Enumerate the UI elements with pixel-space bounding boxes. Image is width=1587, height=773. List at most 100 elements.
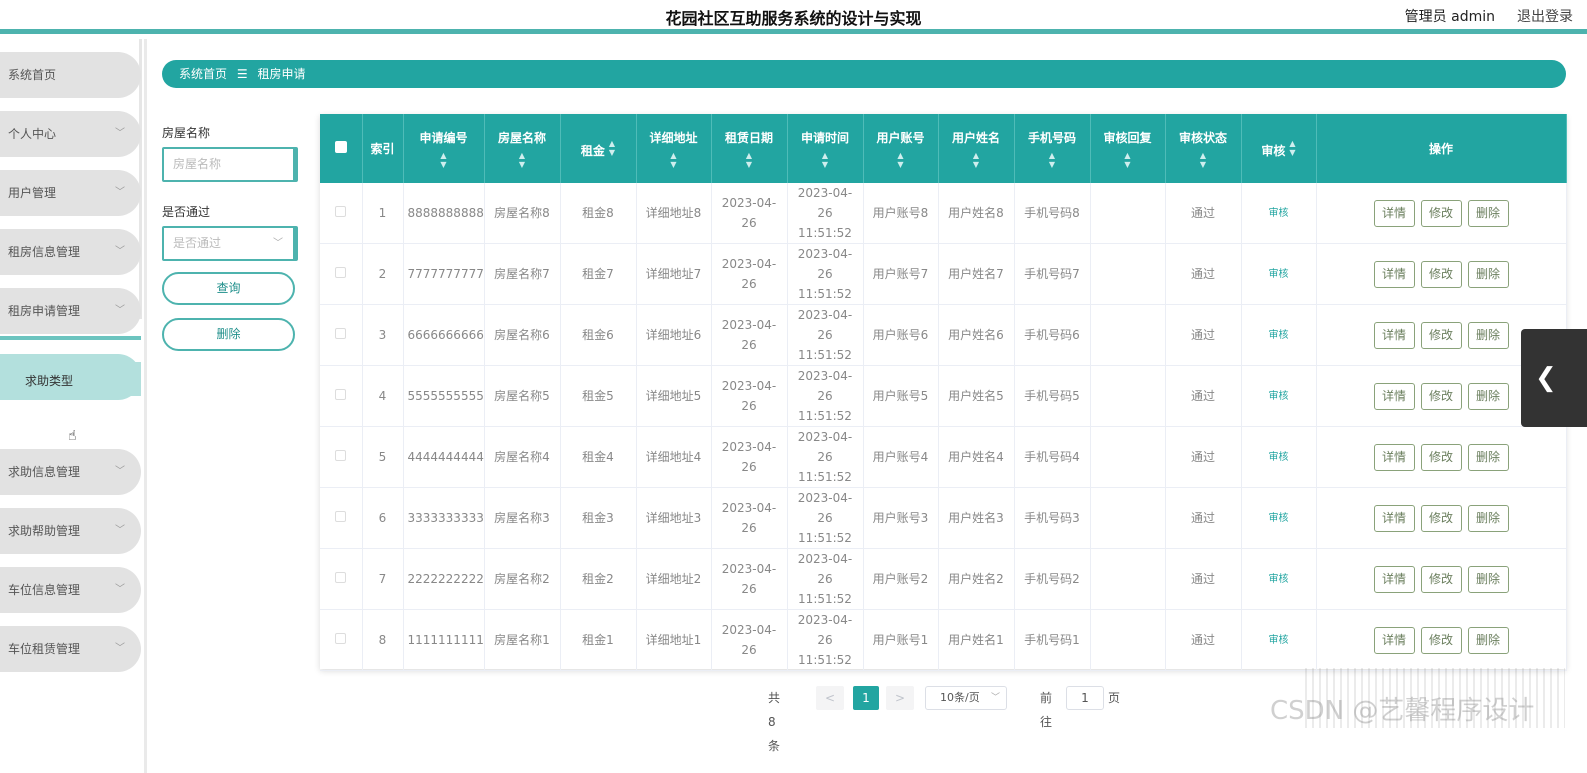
column-header[interactable]: 操作 bbox=[1316, 114, 1567, 183]
column-header[interactable]: 租赁日期 ▲ ▼ bbox=[711, 114, 788, 183]
column-header[interactable]: 审核状态 ▲ ▼ bbox=[1165, 114, 1242, 183]
audit-link[interactable]: 审核 bbox=[1269, 330, 1289, 341]
delete-button[interactable]: 删除 bbox=[1467, 565, 1509, 593]
sort-icon[interactable]: ▲ ▼ bbox=[712, 151, 787, 169]
detail-button[interactable]: 详情 bbox=[1373, 382, 1415, 410]
edit-button[interactable]: 修改 bbox=[1420, 443, 1462, 471]
submenu-item-help-type[interactable]: 求助类型 bbox=[0, 362, 141, 396]
cell-time: 2023-04-26 11:51:52 bbox=[787, 609, 864, 672]
delete-button[interactable]: 删除 bbox=[1467, 199, 1509, 227]
row-checkbox[interactable] bbox=[320, 609, 363, 672]
select-all-checkbox[interactable] bbox=[320, 114, 363, 183]
edit-button[interactable]: 修改 bbox=[1420, 504, 1462, 532]
sort-icon[interactable]: ▲ ▼ bbox=[404, 151, 484, 169]
delete-button[interactable]: 删除 bbox=[1467, 260, 1509, 288]
column-header-label: 审核回复 bbox=[1103, 130, 1152, 145]
next-page-button[interactable]: > bbox=[886, 686, 914, 710]
delete-button[interactable]: 删除 bbox=[1467, 443, 1509, 471]
delete-button[interactable]: 删除 bbox=[1467, 626, 1509, 654]
sidebar-item[interactable]: 租房申请管理 ﹀ bbox=[0, 288, 141, 334]
row-checkbox[interactable] bbox=[320, 243, 363, 306]
audit-link[interactable]: 审核 bbox=[1269, 269, 1289, 280]
audit-link[interactable]: 审核 bbox=[1269, 452, 1289, 463]
column-header[interactable]: 手机号码 ▲ ▼ bbox=[1014, 114, 1091, 183]
detail-button[interactable]: 详情 bbox=[1373, 565, 1415, 593]
audit-link[interactable]: 审核 bbox=[1269, 574, 1289, 585]
cell-app-no: 3333333333 bbox=[403, 487, 485, 550]
edit-button[interactable]: 修改 bbox=[1420, 565, 1462, 593]
audit-link[interactable]: 审核 bbox=[1269, 635, 1289, 646]
column-header[interactable]: 申请时间 ▲ ▼ bbox=[787, 114, 864, 183]
sort-icon[interactable]: ▲ ▼ bbox=[1091, 151, 1165, 169]
detail-button[interactable]: 详情 bbox=[1373, 260, 1415, 288]
column-header[interactable]: 用户账号 ▲ ▼ bbox=[863, 114, 939, 183]
delete-button[interactable]: 删除 bbox=[1467, 382, 1509, 410]
cell-house: 房屋名称7 bbox=[484, 243, 561, 306]
sort-icon[interactable]: ▲ ▼ bbox=[864, 151, 938, 169]
query-button[interactable]: 查询 bbox=[162, 272, 295, 305]
column-header[interactable]: 审核回复 ▲ ▼ bbox=[1090, 114, 1166, 183]
sidebar-item[interactable]: 求助信息管理 ﹀ bbox=[0, 449, 141, 495]
row-checkbox[interactable] bbox=[320, 304, 363, 367]
sidebar-item[interactable]: 租房信息管理 ﹀ bbox=[0, 229, 141, 275]
cell-app-no: 5555555555 bbox=[403, 365, 485, 428]
column-header[interactable]: 用户姓名 ▲ ▼ bbox=[938, 114, 1015, 183]
detail-button[interactable]: 详情 bbox=[1373, 443, 1415, 471]
column-header[interactable]: 审核▲ ▼ bbox=[1241, 114, 1317, 183]
detail-button[interactable]: 详情 bbox=[1373, 626, 1415, 654]
cell-app-no: 2222222222 bbox=[403, 548, 485, 611]
sidebar-item[interactable]: 用户管理 ﹀ bbox=[0, 170, 141, 216]
approved-select[interactable]: 是否通过 ﹀ bbox=[162, 226, 298, 261]
sort-icon[interactable]: ▲ ▼ bbox=[1289, 139, 1295, 157]
edit-button[interactable]: 修改 bbox=[1420, 199, 1462, 227]
logout-button[interactable]: 退出登录 bbox=[1517, 6, 1573, 26]
column-header[interactable]: 房屋名称 ▲ ▼ bbox=[484, 114, 561, 183]
breadcrumb-home[interactable]: 系统首页 bbox=[179, 67, 227, 81]
column-header[interactable]: 申请编号 ▲ ▼ bbox=[403, 114, 485, 183]
audit-link[interactable]: 审核 bbox=[1269, 208, 1289, 219]
row-checkbox[interactable] bbox=[320, 548, 363, 611]
breadcrumb: 系统首页 ☰ 租房申请 bbox=[162, 60, 1566, 88]
sidebar-item[interactable]: 车位信息管理 ﹀ bbox=[0, 567, 141, 613]
sidebar-item[interactable]: 个人中心 ﹀ bbox=[0, 111, 141, 157]
row-checkbox[interactable] bbox=[320, 426, 363, 489]
detail-button[interactable]: 详情 bbox=[1373, 321, 1415, 349]
column-header-label: 详细地址 bbox=[649, 130, 698, 145]
page-size-select[interactable]: 10条/页 ﹀ bbox=[925, 686, 1007, 710]
audit-link[interactable]: 审核 bbox=[1269, 513, 1289, 524]
prev-page-button[interactable]: < bbox=[816, 686, 844, 710]
row-checkbox[interactable] bbox=[320, 365, 363, 428]
cell-audit: 审核 bbox=[1241, 426, 1317, 489]
column-header[interactable]: 详细地址 ▲ ▼ bbox=[636, 114, 712, 183]
column-header-label: 手机号码 bbox=[1027, 130, 1076, 145]
page-number-current[interactable]: 1 bbox=[853, 686, 879, 710]
sort-icon[interactable]: ▲ ▼ bbox=[637, 151, 711, 169]
detail-button[interactable]: 详情 bbox=[1373, 504, 1415, 532]
edit-button[interactable]: 修改 bbox=[1420, 260, 1462, 288]
edit-button[interactable]: 修改 bbox=[1420, 626, 1462, 654]
detail-button[interactable]: 详情 bbox=[1373, 199, 1415, 227]
sort-icon[interactable]: ▲ ▼ bbox=[1015, 151, 1090, 169]
sort-icon[interactable]: ▲ ▼ bbox=[609, 139, 615, 157]
delete-button[interactable]: 删除 bbox=[1467, 321, 1509, 349]
sort-icon[interactable]: ▲ ▼ bbox=[788, 151, 863, 169]
column-header[interactable]: 索引 bbox=[362, 114, 404, 183]
sidebar-item-label: 车位信息管理 bbox=[8, 583, 81, 597]
sidebar-item[interactable]: 系统首页 bbox=[0, 52, 141, 98]
column-header[interactable]: 租金 ▲ ▼ bbox=[560, 114, 637, 183]
goto-page-input[interactable]: 1 bbox=[1066, 686, 1104, 710]
sort-icon[interactable]: ▲ ▼ bbox=[485, 151, 560, 169]
chevron-left-icon[interactable]: ❮ bbox=[1521, 329, 1587, 427]
row-checkbox[interactable] bbox=[320, 183, 363, 245]
row-checkbox[interactable] bbox=[320, 487, 363, 550]
delete-button[interactable]: 删除 bbox=[1467, 504, 1509, 532]
edit-button[interactable]: 修改 bbox=[1420, 382, 1462, 410]
edit-button[interactable]: 修改 bbox=[1420, 321, 1462, 349]
sidebar-item[interactable]: 求助帮助管理 ﹀ bbox=[0, 508, 141, 554]
batch-delete-button[interactable]: 删除 bbox=[162, 318, 295, 351]
sort-icon[interactable]: ▲ ▼ bbox=[939, 151, 1014, 169]
house-name-input[interactable]: 房屋名称 bbox=[162, 147, 298, 182]
audit-link[interactable]: 审核 bbox=[1269, 391, 1289, 402]
sort-icon[interactable]: ▲ ▼ bbox=[1166, 151, 1241, 169]
sidebar-item[interactable]: 车位租赁管理 ﹀ bbox=[0, 626, 141, 672]
